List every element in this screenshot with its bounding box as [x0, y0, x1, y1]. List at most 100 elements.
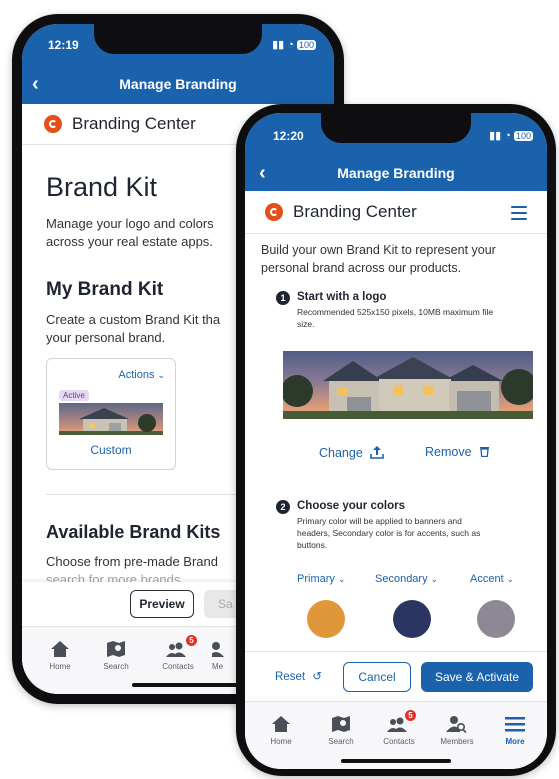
map-search-icon: [107, 641, 125, 657]
step-2-desc-3: buttons.: [297, 540, 328, 550]
battery-level: 100: [513, 131, 533, 141]
tab-members[interactable]: Members: [429, 714, 485, 746]
front-notch: [321, 113, 471, 143]
chevron-down-icon: ⌄: [157, 370, 165, 380]
remove-logo-button[interactable]: Remove: [425, 445, 490, 459]
tab-home-label: Home: [49, 662, 71, 671]
available-text-1: Choose from pre-made Brand: [46, 554, 218, 569]
tab-contacts-label: Contacts: [162, 662, 194, 671]
app-header: ‹ Manage Branding: [22, 66, 334, 104]
member-search-icon: [446, 716, 467, 734]
tab-members-label: Members: [440, 737, 474, 746]
members-icon: [212, 642, 224, 657]
tab-contacts-label: Contacts: [383, 737, 415, 746]
tab-search-label: Search: [103, 662, 129, 671]
house-photo: [59, 408, 163, 435]
my-kit-text-1: Create a custom Brand Kit tha: [46, 312, 221, 327]
active-badge: Active: [59, 390, 89, 401]
available-heading: Available Brand Kits: [46, 522, 221, 542]
chevron-down-icon: ⌄: [337, 574, 346, 584]
home-indicator: [132, 683, 242, 687]
cancel-button[interactable]: Cancel: [343, 662, 411, 692]
undo-icon: ↺: [312, 671, 322, 683]
upload-icon: [370, 446, 385, 459]
trash-icon: [480, 447, 490, 458]
intro-line-2: personal brand across our products.: [261, 261, 462, 275]
front-phone-screen: 12:20 ▮▮ ◔ 100 ‹ Manage Branding Brandin…: [245, 113, 547, 769]
intro-line-1: Build your own Brand Kit to represent yo…: [261, 243, 496, 257]
tab-search[interactable]: Search: [313, 714, 369, 746]
brand-title: Branding Center: [293, 202, 417, 221]
tab-more[interactable]: More: [487, 714, 543, 746]
battery-level: 100: [296, 40, 316, 50]
step-1-desc-1: Recommended 525x150 pixels, 10MB maximum…: [297, 307, 494, 317]
status-time: 12:20: [273, 129, 304, 143]
chevron-left-icon[interactable]: ‹: [32, 66, 39, 102]
tab-home[interactable]: Home: [253, 714, 309, 746]
brand-logo-icon: [265, 203, 283, 221]
home-icon: [51, 641, 69, 657]
brand-kit-card[interactable]: Actions ⌄ Active Custom: [46, 358, 176, 470]
step-1-desc-2: size.: [297, 319, 315, 329]
accent-color-dropdown[interactable]: Accent ⌄: [470, 573, 514, 585]
actions-dropdown[interactable]: Actions ⌄: [118, 369, 165, 381]
secondary-color-dropdown[interactable]: Secondary ⌄: [375, 573, 438, 585]
bottom-action-bar: Reset ↺ Cancel Save & Activate: [245, 651, 547, 702]
tab-home[interactable]: Home: [32, 639, 88, 671]
step-1-title: Start with a logo: [297, 291, 387, 303]
kit-preview-image: [59, 403, 163, 435]
change-logo-button[interactable]: Change: [319, 445, 385, 460]
tab-contacts[interactable]: 5 Contacts: [371, 710, 427, 746]
accent-color-swatch[interactable]: [477, 600, 515, 638]
tab-more-label: More: [505, 737, 525, 746]
primary-color-dropdown[interactable]: Primary ⌄: [297, 573, 345, 585]
status-time: 12:19: [48, 38, 79, 52]
map-search-icon: [332, 716, 350, 732]
reset-label: Reset: [275, 671, 306, 683]
my-kit-text-2: your personal brand.: [46, 330, 166, 345]
chevron-down-icon: ⌄: [430, 574, 439, 584]
chevron-left-icon[interactable]: ‹: [259, 155, 266, 191]
remove-label: Remove: [425, 445, 472, 459]
tab-home-label: Home: [270, 737, 292, 746]
tab-contacts[interactable]: 5 Contacts: [150, 635, 206, 671]
kit-name: Custom: [90, 443, 132, 457]
primary-label: Primary: [297, 573, 335, 585]
front-phone: 12:20 ▮▮ ◔ 100 ‹ Manage Branding Brandin…: [236, 104, 556, 776]
contacts-badge: 5: [405, 710, 416, 721]
hamburger-icon[interactable]: [511, 206, 527, 224]
step-2-title: Choose your colors: [297, 500, 405, 512]
tab-search-label: Search: [328, 737, 354, 746]
intro-line-2: across your real estate apps.: [46, 234, 213, 249]
hamburger-icon: [505, 717, 525, 732]
chevron-down-icon: ⌄: [506, 574, 515, 584]
step-2-number: 2: [276, 500, 290, 514]
step-2-desc-2: headers, Secondary color is for accents,…: [297, 528, 481, 538]
status-icons: ▮▮ ◔ 100: [272, 39, 316, 51]
actions-label: Actions: [118, 369, 155, 381]
change-label: Change: [319, 446, 363, 460]
home-icon: [272, 716, 290, 732]
save-activate-button[interactable]: Save & Activate: [421, 662, 533, 692]
my-kit-heading: My Brand Kit: [46, 279, 164, 300]
accent-label: Accent: [470, 573, 504, 585]
header-title: Manage Branding: [337, 165, 455, 181]
reset-button[interactable]: Reset ↺: [275, 669, 322, 683]
brand-title: Branding Center: [72, 114, 196, 133]
step-1-number: 1: [276, 291, 290, 305]
header-title: Manage Branding: [119, 76, 237, 92]
house-photo: [283, 357, 533, 419]
secondary-color-swatch[interactable]: [393, 600, 431, 638]
intro-line-1: Manage your logo and colors: [46, 216, 214, 231]
logo-preview-image: [283, 351, 533, 419]
step-2-desc-1: Primary color will be applied to banners…: [297, 516, 462, 526]
status-icons: ▮▮ ◔ 100: [489, 130, 533, 142]
tab-search[interactable]: Search: [88, 639, 144, 671]
primary-color-swatch[interactable]: [307, 600, 345, 638]
back-notch: [94, 24, 262, 54]
branding-center-bar: Branding Center: [245, 191, 547, 234]
app-header: ‹ Manage Branding: [245, 155, 547, 191]
tab-members-label: Me: [212, 662, 224, 671]
preview-button[interactable]: Preview: [130, 590, 194, 618]
brand-logo-icon: [44, 115, 62, 133]
